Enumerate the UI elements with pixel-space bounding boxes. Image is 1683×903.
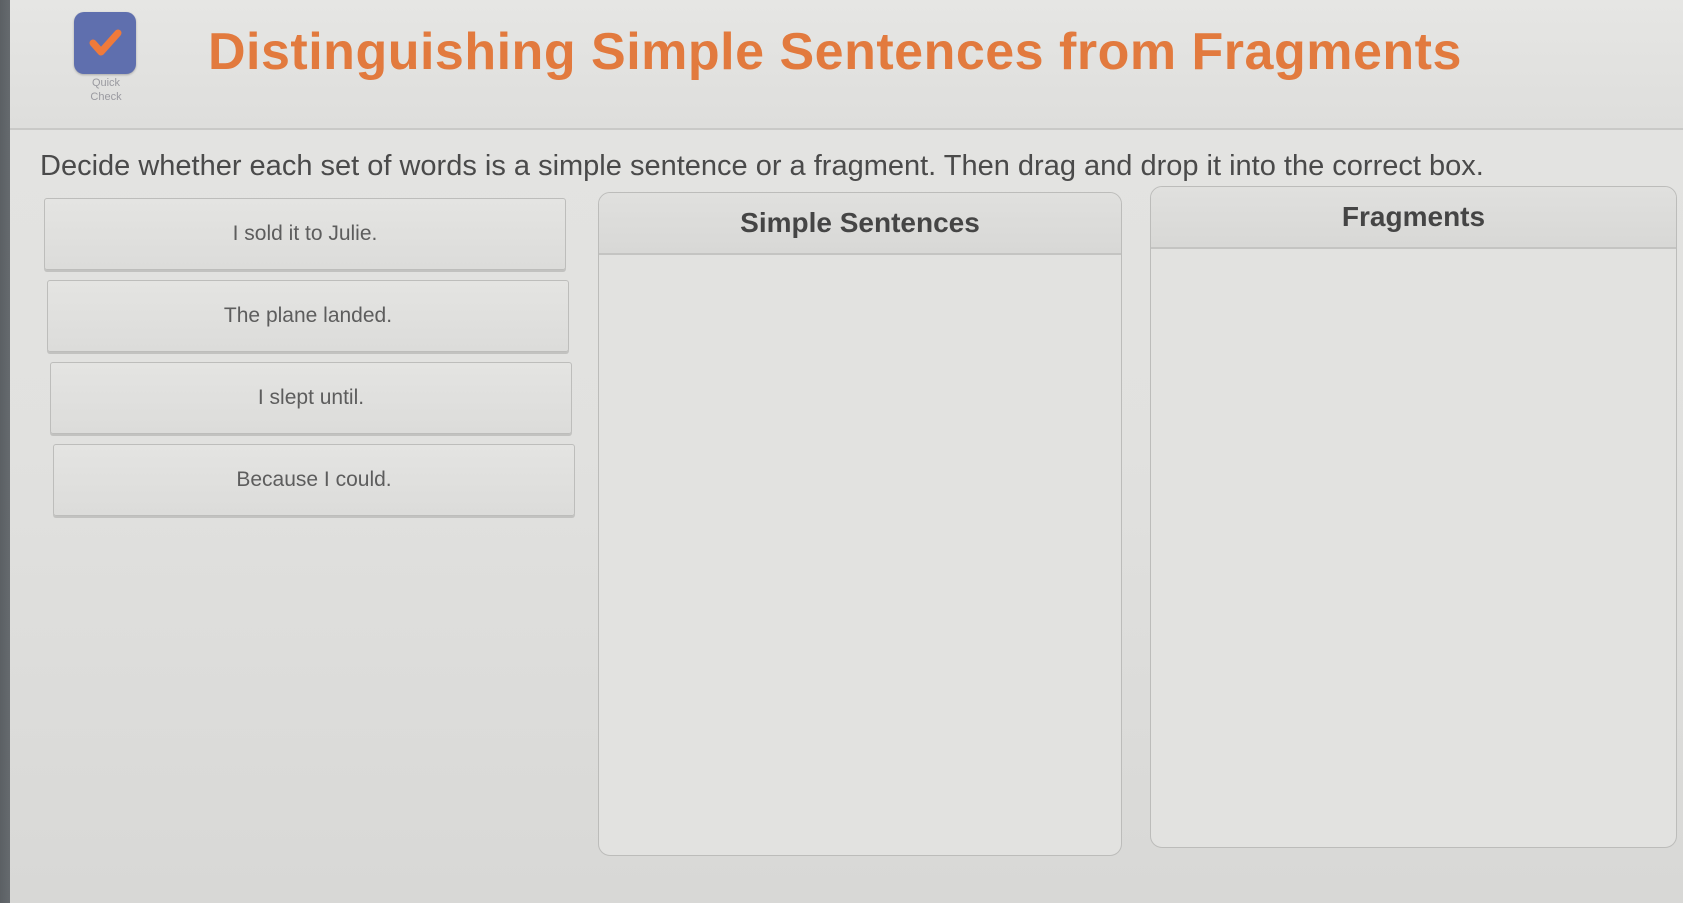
fragments-heading: Fragments: [1151, 187, 1676, 249]
draggable-card[interactable]: I slept until.: [50, 362, 572, 434]
fragments-dropzone[interactable]: Fragments: [1150, 186, 1677, 848]
simple-sentences-dropzone[interactable]: Simple Sentences: [598, 192, 1122, 856]
quick-check-label: Quick Check: [90, 77, 122, 103]
draggable-card[interactable]: I sold it to Julie.: [44, 198, 566, 270]
activity-screen: Quick Check Distinguishing Simple Senten…: [10, 0, 1683, 903]
draggable-card[interactable]: Because I could.: [53, 444, 575, 516]
draggable-card[interactable]: The plane landed.: [47, 280, 569, 352]
instructions-text: Decide whether each set of words is a si…: [40, 150, 1484, 182]
quick-check-badge: [74, 12, 136, 74]
fragments-drop-area[interactable]: [1151, 249, 1676, 847]
simple-sentences-heading: Simple Sentences: [599, 193, 1121, 255]
page-title: Distinguishing Simple Sentences from Fra…: [208, 23, 1462, 81]
simple-sentences-drop-area[interactable]: [599, 255, 1121, 855]
page-header: Quick Check Distinguishing Simple Senten…: [10, 0, 1683, 130]
checkmark-icon: [89, 29, 122, 56]
